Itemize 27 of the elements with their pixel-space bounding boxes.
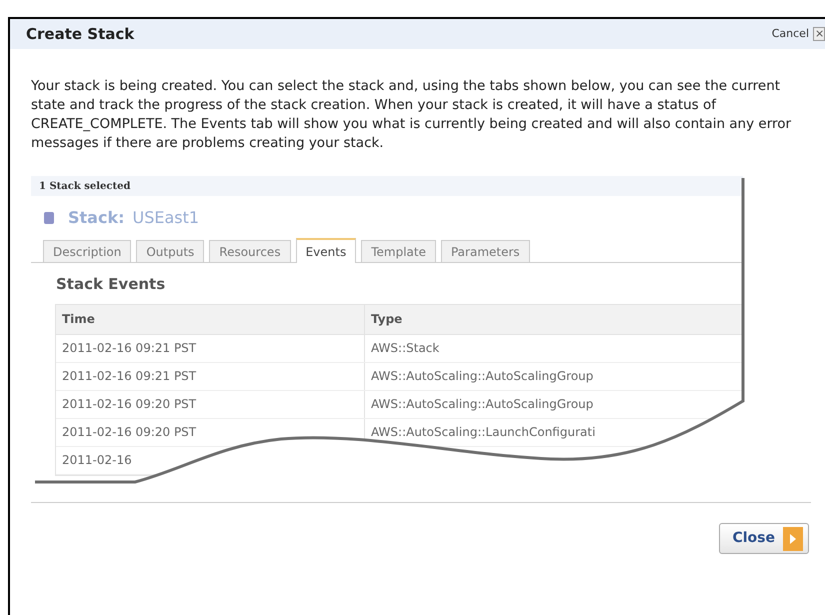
section-title: Stack Events [56, 274, 166, 295]
tab[interactable]: Parameters [440, 240, 530, 262]
table-cell-text: AWS::Stack [371, 340, 440, 357]
table-cell-text: 2011-02-16 [62, 452, 132, 469]
table-cell-text: 2011-02-16 09:21 PST [62, 368, 196, 385]
tab[interactable]: Description [43, 240, 132, 262]
table-cell-text: AWS::AutoScaling::AutoScalingGroup [371, 396, 594, 413]
table-cell-text: 2011-02-16 09:20 PST [62, 396, 196, 413]
table-cell-text: AWS::AutoScaling::AutoScalingGroup [371, 368, 594, 385]
tab[interactable]: Outputs [136, 240, 204, 262]
column-header: Time [56, 304, 365, 334]
tab[interactable]: Resources [209, 240, 291, 262]
stack-label: Stack: [68, 207, 124, 229]
table-cell-text: AWS::AutoScaling::LaunchConfigurati [371, 424, 596, 441]
column-header: Type [370, 311, 404, 328]
close-button[interactable]: × [813, 27, 825, 41]
info-paragraph: Your stack is being created. You can select the stack and, using the tabs shown below, you can see the current state and track the progress of the stack creation. When your stack is created, it will have a status of CREATE_COMPLETE. The Events tab will show you what is currently being created and will also contain any error messages if there are problems creating your stack. [31, 77, 792, 153]
tab[interactable]: Events [296, 238, 356, 263]
cancel-link[interactable]: Cancel [772, 26, 809, 42]
table-cell-text: 2011-02-16 09:20 PST [62, 424, 196, 441]
stack-icon [44, 212, 54, 224]
selection-count: 1 Stack selected [39, 180, 130, 194]
table-cell-text: 2011-02-16 09:21 PST [62, 340, 196, 357]
tab[interactable]: Template [361, 240, 436, 262]
dialog-title: Create Stack [26, 24, 134, 45]
stack-name: USEast1 [132, 207, 200, 229]
close-button[interactable]: Close [719, 523, 809, 554]
